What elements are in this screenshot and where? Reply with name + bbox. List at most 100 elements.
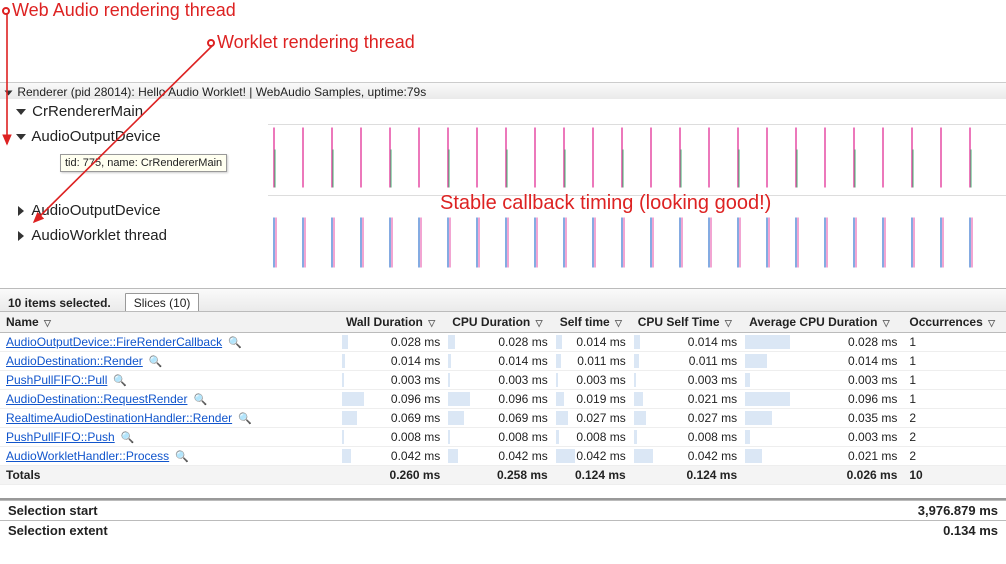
thread-row-audiooutputdevice-2[interactable]: AudioOutputDevice: [0, 198, 268, 223]
slice-link[interactable]: AudioWorkletHandler::Process: [6, 449, 169, 463]
cell-occ: 1: [903, 371, 1006, 390]
selection-start-label: Selection start: [8, 503, 98, 518]
table-row[interactable]: AudioOutputDevice::FireRenderCallback 🔍 0.…: [0, 333, 1006, 352]
cell-occ: 1: [903, 352, 1006, 371]
cell-value: 0.014 ms: [554, 333, 632, 352]
cell-value: 0.014 ms: [743, 352, 903, 371]
slice-link[interactable]: AudioDestination::Render: [6, 354, 143, 368]
slice-link[interactable]: RealtimeAudioDestinationHandler::Render: [6, 411, 232, 425]
cell-occ: 2: [903, 428, 1006, 447]
magnifier-icon[interactable]: 🔍: [193, 393, 207, 406]
process-header-label: Renderer (pid 28014): Hello Audio Workle…: [17, 85, 426, 99]
cell-occ: 2: [903, 409, 1006, 428]
col-occ[interactable]: Occurrences ▽: [903, 312, 1006, 333]
cell-value: 0.042 ms: [632, 447, 743, 466]
annotation-worklet: Worklet rendering thread: [207, 32, 415, 53]
cell-value: 0.035 ms: [743, 409, 903, 428]
slice-link[interactable]: PushPullFIFO::Pull: [6, 373, 107, 387]
cell-value: 0.028 ms: [340, 333, 446, 352]
thread-list: CrRendererMain AudioOutputDevice tid: 77…: [0, 99, 268, 286]
cell-value: 0.096 ms: [340, 390, 446, 409]
selection-count: 10 items selected.: [8, 296, 111, 310]
cell-value: 0.008 ms: [632, 428, 743, 447]
selection-extent-row: Selection extent 0.134 ms: [0, 520, 1006, 540]
totals-row: Totals0.260 ms0.258 ms0.124 ms0.124 ms0.…: [0, 466, 1006, 485]
chevron-down-icon: [16, 109, 26, 115]
cell-value: 0.014 ms: [446, 352, 553, 371]
cell-value: 0.042 ms: [340, 447, 446, 466]
cell-value: 0.042 ms: [446, 447, 553, 466]
annotation-worklet-text: Worklet rendering thread: [217, 32, 415, 52]
cell-occ: 1: [903, 333, 1006, 352]
col-self[interactable]: Self time ▽: [554, 312, 632, 333]
col-name[interactable]: Name ▽: [0, 312, 340, 333]
col-cpuself[interactable]: CPU Self Time ▽: [632, 312, 743, 333]
cell-value: 0.003 ms: [340, 371, 446, 390]
annotation-callback-timing: Stable callback timing (looking good!): [440, 192, 771, 215]
magnifier-icon[interactable]: 🔍: [238, 412, 252, 425]
magnifier-icon[interactable]: 🔍: [113, 374, 127, 387]
cell-value: 0.003 ms: [446, 371, 553, 390]
cell-value: 0.021 ms: [632, 390, 743, 409]
tab-slices[interactable]: Slices (10): [125, 293, 200, 313]
cell-value: 0.014 ms: [632, 333, 743, 352]
table-row[interactable]: PushPullFIFO::Pull🔍0.003 ms0.003 ms0.003…: [0, 371, 1006, 390]
cell-value: 0.003 ms: [743, 371, 903, 390]
cell-value: 0.011 ms: [554, 352, 632, 371]
cell-value: 0.069 ms: [340, 409, 446, 428]
cell-value: 0.027 ms: [632, 409, 743, 428]
cell-value: 0.028 ms: [446, 333, 553, 352]
annotation-web-audio-text: Web Audio rendering thread: [12, 0, 236, 20]
cell-value: 0.096 ms: [743, 390, 903, 409]
cell-value: 0.008 ms: [446, 428, 553, 447]
magnifier-icon[interactable]: 🔍: [121, 431, 135, 444]
cell-value: 0.008 ms: [340, 428, 446, 447]
cell-value: 0.021 ms: [743, 447, 903, 466]
thread-label: AudioWorklet thread: [31, 227, 167, 244]
cell-value: 0.003 ms: [554, 371, 632, 390]
chevron-right-icon: [18, 231, 24, 241]
cell-value: 0.028 ms: [743, 333, 903, 352]
cell-value: 0.011 ms: [632, 352, 743, 371]
thread-label: AudioOutputDevice: [31, 202, 160, 219]
cell-value: 0.019 ms: [554, 390, 632, 409]
thread-label: AudioOutputDevice: [31, 128, 160, 145]
cell-value: 0.014 ms: [340, 352, 446, 371]
slices-table-wrap: Name ▽ Wall Duration ▽ CPU Duration ▽ Se…: [0, 311, 1006, 485]
table-row[interactable]: AudioDestination::Render🔍0.014 ms0.014 m…: [0, 352, 1006, 371]
annotation-web-audio: Web Audio rendering thread: [2, 0, 236, 21]
cell-value: 0.027 ms: [554, 409, 632, 428]
slice-link[interactable]: AudioDestination::RequestRender: [6, 392, 187, 406]
thread-row-audiooutputdevice-1[interactable]: AudioOutputDevice tid: 775, name: CrRend…: [0, 124, 268, 198]
cell-value: 0.069 ms: [446, 409, 553, 428]
thread-row-crrenderermain[interactable]: CrRendererMain: [0, 99, 268, 124]
cell-value: 0.096 ms: [446, 390, 553, 409]
cell-occ: 2: [903, 447, 1006, 466]
magnifier-icon[interactable]: 🔍: [149, 355, 163, 368]
thread-label: CrRendererMain: [32, 103, 143, 120]
chevron-down-icon: [5, 90, 13, 95]
thread-row-audioworklet[interactable]: AudioWorklet thread: [0, 223, 268, 248]
table-row[interactable]: AudioWorkletHandler::Process🔍0.042 ms0.0…: [0, 447, 1006, 466]
slice-link[interactable]: PushPullFIFO::Push: [6, 430, 115, 444]
col-cpu[interactable]: CPU Duration ▽: [446, 312, 553, 333]
selection-extent-label: Selection extent: [8, 523, 108, 538]
cell-occ: 1: [903, 390, 1006, 409]
chevron-down-icon: [16, 134, 26, 140]
table-row[interactable]: RealtimeAudioDestinationHandler::Render 🔍…: [0, 409, 1006, 428]
magnifier-icon[interactable]: 🔍: [175, 450, 189, 463]
selection-start-row: Selection start 3,976.879 ms: [0, 500, 1006, 520]
col-avgcpu[interactable]: Average CPU Duration ▽: [743, 312, 903, 333]
table-row[interactable]: PushPullFIFO::Push🔍0.008 ms0.008 ms0.008…: [0, 428, 1006, 447]
selection-start-value: 3,976.879 ms: [918, 503, 998, 518]
cell-value: 0.003 ms: [632, 371, 743, 390]
cell-value: 0.042 ms: [554, 447, 632, 466]
chevron-right-icon: [18, 206, 24, 216]
table-row[interactable]: AudioDestination::RequestRender 🔍 0.096 ms…: [0, 390, 1006, 409]
magnifier-icon[interactable]: 🔍: [228, 336, 242, 349]
slice-link[interactable]: AudioOutputDevice::FireRenderCallback: [6, 335, 222, 349]
col-wall[interactable]: Wall Duration ▽: [340, 312, 446, 333]
selection-extent-value: 0.134 ms: [943, 523, 998, 538]
thread-tooltip: tid: 775, name: CrRendererMain: [60, 154, 227, 172]
slices-table: Name ▽ Wall Duration ▽ CPU Duration ▽ Se…: [0, 311, 1006, 485]
